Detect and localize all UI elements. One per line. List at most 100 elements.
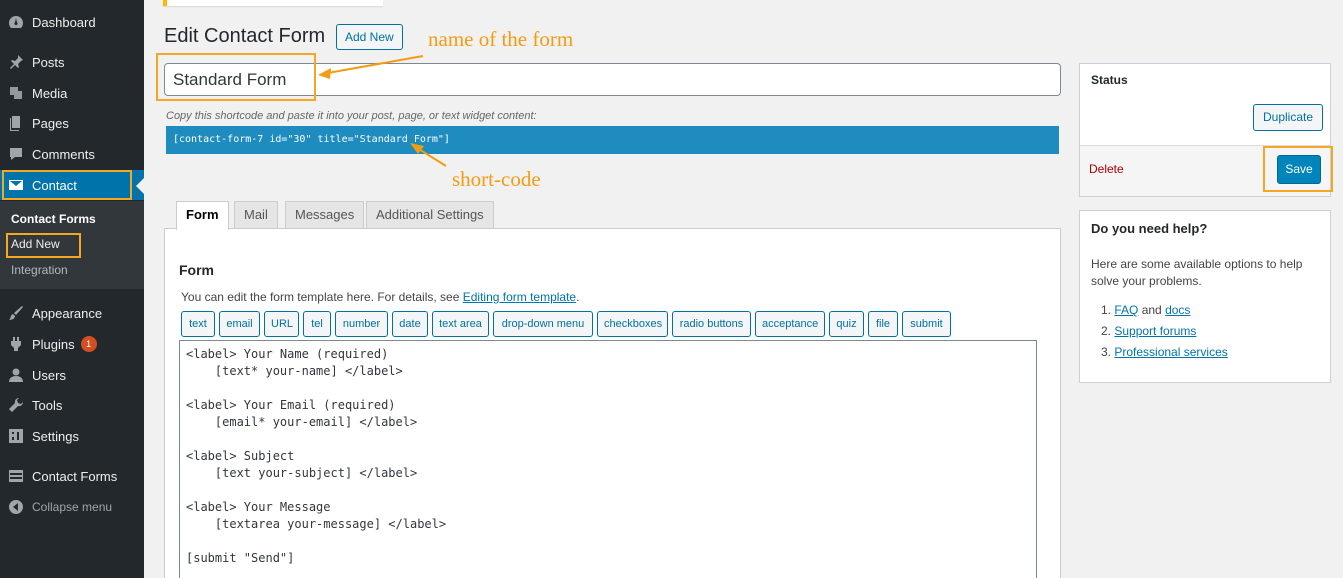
- tag-button-quiz[interactable]: quiz: [829, 311, 864, 337]
- menu-comments[interactable]: Comments: [0, 139, 144, 169]
- help-item-number: 3.: [1101, 345, 1112, 359]
- template-line: [textarea your-message] </label>: [186, 517, 447, 531]
- form-desc-end: .: [576, 290, 580, 304]
- current-menu-arrow: [136, 178, 144, 194]
- help-title: Do you need help?: [1091, 221, 1208, 236]
- tag-button-date[interactable]: date: [392, 311, 428, 337]
- menu-label: Plugins: [32, 336, 75, 352]
- tag-button-checkboxes[interactable]: checkboxes: [597, 311, 668, 337]
- media-icon: [8, 85, 24, 101]
- form-template-editor[interactable]: <label> Your Name (required) [text* your…: [179, 340, 1037, 578]
- menu-label: Users: [32, 367, 66, 383]
- form-section-heading: Form: [179, 262, 214, 278]
- tag-button-url[interactable]: URL: [264, 311, 299, 337]
- collapse-menu-label: Collapse menu: [32, 500, 113, 514]
- template-line: [186, 432, 1030, 449]
- tag-button-email[interactable]: email: [219, 311, 260, 337]
- support-forums-link[interactable]: Support forums: [1114, 324, 1196, 338]
- tab-mail[interactable]: Mail: [234, 201, 278, 229]
- menu-users[interactable]: Users: [0, 360, 144, 390]
- menu-contact-forms[interactable]: Contact Forms: [0, 461, 144, 491]
- template-line: [186, 381, 1030, 398]
- menu-label: Contact Forms: [32, 468, 118, 484]
- tag-button-tel[interactable]: tel: [303, 311, 331, 337]
- tag-button-file[interactable]: file: [868, 311, 898, 337]
- pin-icon: [8, 54, 24, 70]
- menu-label: Tools: [32, 397, 63, 413]
- menu-plugins[interactable]: Plugins 1: [0, 329, 144, 359]
- menu-label: Contact: [32, 177, 77, 193]
- submenu-integration[interactable]: Integration: [11, 263, 68, 277]
- user-icon: [8, 367, 24, 383]
- template-line: [submit "Send"]: [186, 551, 295, 565]
- brush-icon: [8, 305, 24, 321]
- collapse-menu-button[interactable]: Collapse menu: [0, 492, 144, 522]
- tab-additional-settings[interactable]: Additional Settings: [366, 201, 494, 229]
- tab-messages[interactable]: Messages: [285, 201, 365, 229]
- menu-appearance[interactable]: Appearance: [0, 298, 144, 328]
- docs-link[interactable]: docs: [1165, 303, 1190, 317]
- envelope-icon: [8, 177, 24, 193]
- editing-form-template-link[interactable]: Editing form template: [463, 290, 576, 304]
- contact-submenu: Contact Forms Add New Integration: [0, 201, 144, 289]
- menu-media[interactable]: Media: [0, 78, 144, 108]
- collapse-arrow-icon: [8, 499, 24, 515]
- tag-button-text[interactable]: text: [181, 311, 215, 337]
- settings-icon: [8, 428, 24, 444]
- menu-label: Dashboard: [32, 14, 96, 30]
- wrench-icon: [8, 397, 24, 413]
- form-desc-text: You can edit the form template here. For…: [181, 290, 463, 304]
- annotation-short-code: short-code: [452, 167, 541, 191]
- faq-link[interactable]: FAQ: [1114, 303, 1138, 317]
- annotation-form-name: name of the form: [428, 27, 574, 51]
- delete-link[interactable]: Delete: [1089, 162, 1124, 176]
- menu-dashboard[interactable]: Dashboard: [0, 7, 144, 37]
- menu-pages[interactable]: Pages: [0, 108, 144, 138]
- dashboard-icon: [8, 14, 24, 30]
- menu-label: Posts: [32, 54, 65, 70]
- template-line: [text your-subject] </label>: [186, 466, 418, 480]
- template-line: <label> Subject: [186, 449, 295, 463]
- tag-button-radio-buttons[interactable]: radio buttons: [672, 311, 751, 337]
- admin-sidebar: Dashboard Posts Media Pages Comments Con…: [0, 0, 144, 578]
- tag-button-acceptance[interactable]: acceptance: [755, 311, 825, 337]
- tag-button-submit[interactable]: submit: [902, 311, 951, 337]
- pages-icon: [8, 115, 24, 131]
- help-item-2: 2. Support forums: [1101, 324, 1196, 338]
- menu-contact[interactable]: Contact: [0, 170, 144, 200]
- menu-tools[interactable]: Tools: [0, 390, 144, 420]
- tag-button-text-area[interactable]: text area: [432, 311, 489, 337]
- template-line: [email* your-email] </label>: [186, 415, 418, 429]
- form-title-input[interactable]: Standard Form: [164, 63, 1061, 96]
- add-new-button[interactable]: Add New: [336, 24, 403, 50]
- template-line: [186, 534, 1030, 551]
- plugin-icon: [8, 336, 24, 352]
- help-item-1: 1. FAQ and docs: [1101, 303, 1190, 317]
- help-item-number: 1.: [1101, 303, 1112, 317]
- table-icon: [8, 468, 24, 484]
- menu-settings[interactable]: Settings: [0, 421, 144, 451]
- tag-button-number[interactable]: number: [335, 311, 388, 337]
- menu-label: Media: [32, 85, 68, 101]
- submenu-contact-forms[interactable]: Contact Forms: [11, 212, 96, 226]
- duplicate-button[interactable]: Duplicate: [1253, 104, 1324, 131]
- template-line: <label> Your Name (required): [186, 347, 389, 361]
- page-title: Edit Contact Form: [164, 25, 326, 47]
- update-count-badge: 1: [80, 336, 97, 352]
- template-line: <label> Your Email (required): [186, 398, 396, 412]
- shortcode-field[interactable]: [contact-form-7 id="30" title="Standard …: [166, 126, 1059, 154]
- menu-label: Appearance: [32, 305, 103, 321]
- menu-posts[interactable]: Posts: [0, 47, 144, 77]
- admin-notice: [163, 0, 383, 6]
- tag-button-dropdown-menu[interactable]: drop-down menu: [493, 311, 593, 337]
- shortcode-hint: Copy this shortcode and paste it into yo…: [166, 110, 537, 122]
- comments-icon: [8, 146, 24, 162]
- menu-label: Comments: [32, 146, 95, 162]
- template-line: [186, 483, 1030, 500]
- save-button[interactable]: Save: [1277, 155, 1321, 184]
- professional-services-link[interactable]: Professional services: [1114, 345, 1227, 359]
- tab-form-overlay[interactable]: Form: [176, 201, 229, 230]
- submenu-add-new[interactable]: Add New: [11, 237, 60, 251]
- help-item-3: 3. Professional services: [1101, 345, 1228, 359]
- menu-label: Pages: [32, 115, 69, 131]
